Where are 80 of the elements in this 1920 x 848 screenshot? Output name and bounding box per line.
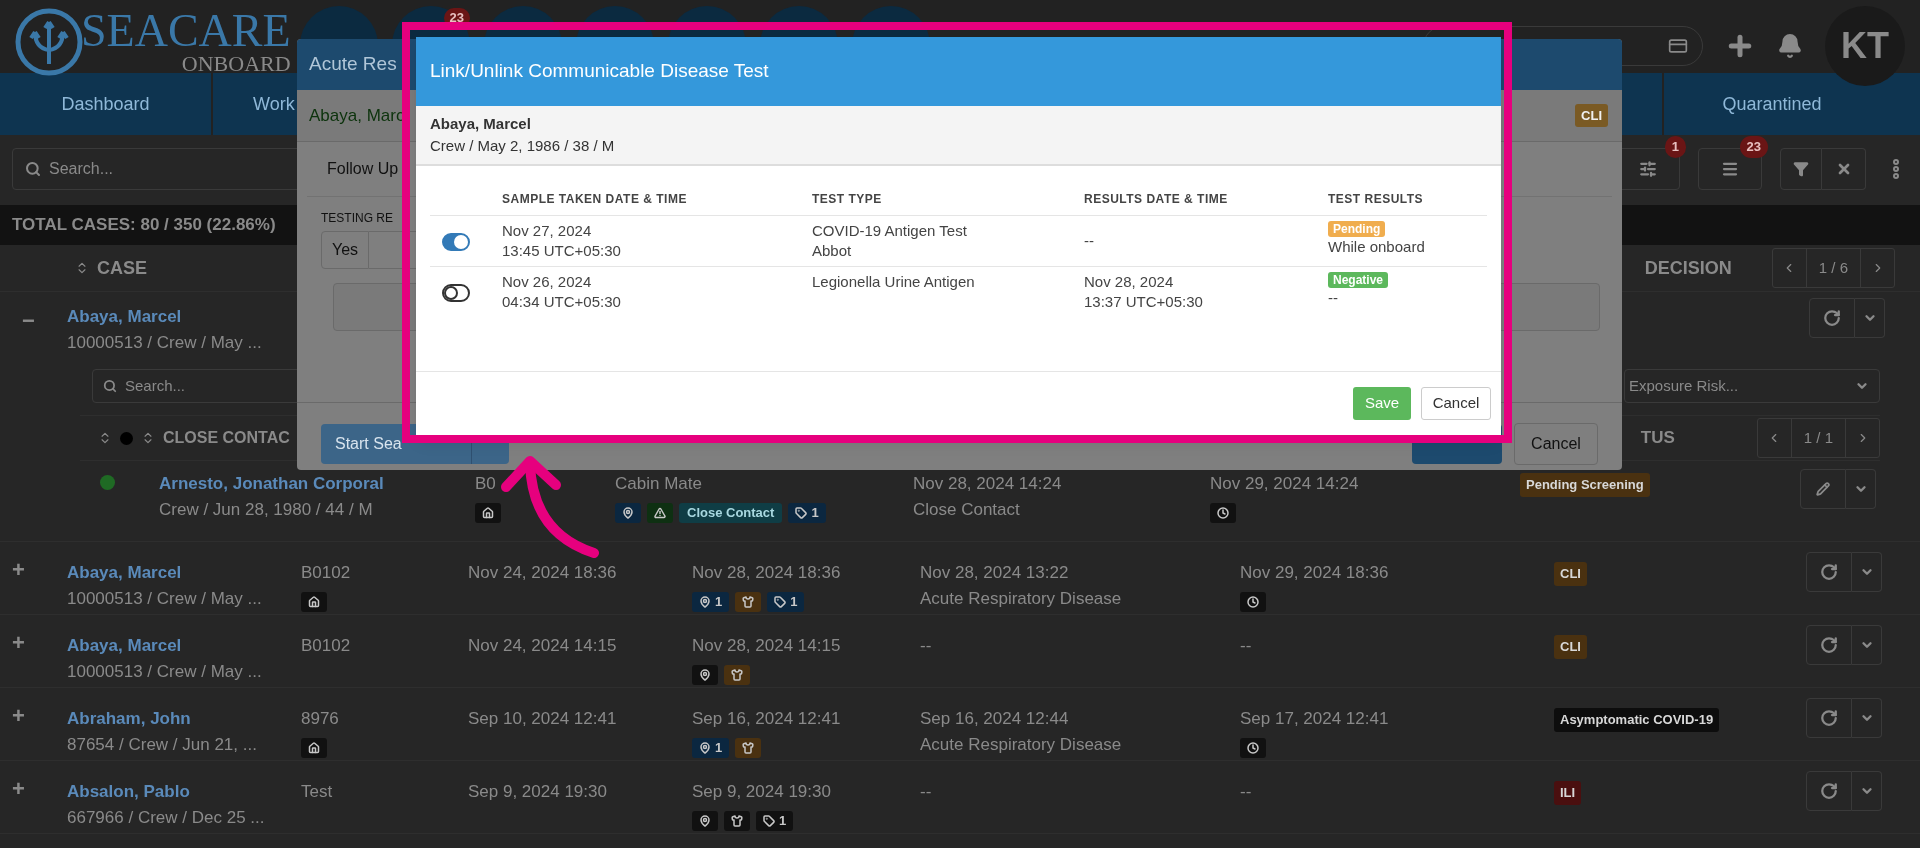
- sample-date: Nov 26, 2024: [502, 272, 593, 292]
- page-indicator: 1 / 1: [1802, 427, 1834, 448]
- reported-date: Sep 9, 2024 19:30: [692, 781, 831, 803]
- onset-date: Nov 24, 2024 14:15: [468, 635, 618, 657]
- badge-count: 1: [779, 811, 787, 830]
- badge-count: 1: [715, 592, 723, 611]
- patient-meta: Crew / May 2, 1986 / 38 / M: [430, 136, 616, 156]
- results-date: --: [1084, 230, 1095, 251]
- relation-text: Cabin Mate: [615, 473, 702, 495]
- result-note: --: [1328, 288, 1338, 308]
- section-label: Follow Up: [327, 159, 399, 179]
- count-badge: 1: [1664, 136, 1686, 158]
- diagnosis-text: Nov 28, 2024 13:22: [920, 562, 1070, 584]
- total-cases-text: TOTAL CASES: 80 / 350 (22.86%): [12, 214, 276, 237]
- case-meta: 10000513 / Crew / May ...: [67, 331, 262, 354]
- field-label: TESTING RE: [320, 210, 394, 227]
- tag-label: Close Contact: [679, 502, 783, 523]
- cabin-text: 8976: [301, 708, 339, 730]
- due-date: --: [1240, 781, 1252, 803]
- column-header: SAMPLE TAKEN DATE & TIME: [502, 190, 688, 208]
- reported-date: Nov 28, 2024 18:36: [692, 562, 841, 584]
- test-type-text: Abbot: [812, 241, 853, 261]
- cabin-text: B0102: [301, 635, 351, 657]
- sample-date: 13:45 UTC+05:30: [502, 241, 622, 261]
- result-label: Negative: [1328, 272, 1389, 288]
- status-label: Asymptomatic COVID-19: [1554, 708, 1720, 732]
- patient-name: Abaya, Marc: [309, 104, 405, 127]
- column-header: RESULTS DATE & TIME: [1084, 190, 1229, 208]
- badge-count: 1: [790, 592, 798, 611]
- results-date: 13:37 UTC+05:30: [1084, 292, 1204, 312]
- diagnosis-text: Acute Respiratory Disease: [920, 733, 1123, 756]
- cabin-text: B0102: [301, 562, 351, 584]
- contact-meta: Crew / Jun 28, 1980 / 44 / M: [159, 498, 374, 521]
- select-placeholder: Exposure Risk...: [1629, 375, 1739, 396]
- case-meta: 667966 / Crew / Dec 25 ...: [67, 806, 266, 829]
- badge-count: 1: [715, 738, 723, 757]
- contact-date: Nov 28, 2024 14:24: [913, 473, 1063, 495]
- badge-count: 1: [811, 503, 819, 522]
- page-indicator: 1 / 6: [1817, 257, 1849, 278]
- status-label: Pending Screening: [1520, 473, 1650, 497]
- logo-subtitle: ONBOARD: [181, 53, 291, 75]
- logo-wordmark: SEACARE: [81, 9, 291, 53]
- search-placeholder: Search...: [49, 159, 114, 179]
- column-header: TEST RESULTS: [1328, 190, 1425, 208]
- due-date: Nov 29, 2024 18:36: [1240, 562, 1389, 584]
- cabin-text: Test: [301, 781, 333, 803]
- diagnosis-text: --: [920, 781, 933, 803]
- diagnosis-text: Sep 16, 2024 12:44: [920, 708, 1070, 730]
- onset-date: Nov 24, 2024 18:36: [468, 562, 618, 584]
- onset-date: Sep 9, 2024 19:30: [468, 781, 608, 803]
- reported-date: Sep 16, 2024 12:41: [692, 708, 841, 730]
- results-date: Nov 28, 2024: [1084, 272, 1175, 292]
- result-note: While onboard: [1328, 237, 1425, 257]
- case-meta: 10000513 / Crew / May ...: [67, 587, 263, 610]
- count-badge: 23: [1739, 136, 1768, 158]
- patient-name: Abaya, Marcel: [430, 114, 532, 134]
- column-header: TEST TYPE: [812, 190, 883, 208]
- test-type-text: Legionella Urine Antigen: [812, 272, 976, 292]
- due-date: Nov 29, 2024 14:24: [1210, 473, 1359, 495]
- reported-date: Nov 28, 2024 14:15: [692, 635, 841, 657]
- cabin-text: B0: [475, 473, 496, 495]
- result-label: Pending: [1328, 221, 1386, 237]
- dialog-title: Link/Unlink Communicable Disease Test: [430, 59, 769, 84]
- diagnosis-text: --: [920, 635, 933, 657]
- due-date: --: [1240, 635, 1252, 657]
- due-date: Sep 17, 2024 12:41: [1240, 708, 1389, 730]
- contact-type: Close Contact: [913, 498, 1021, 521]
- test-type-text: COVID-19 Antigen Test: [812, 221, 968, 241]
- case-meta: 10000513 / Crew / May ...: [67, 660, 263, 683]
- status-label: ILI: [1554, 781, 1582, 805]
- search-placeholder: Search...: [125, 375, 186, 396]
- status-label: CLI: [1554, 635, 1587, 659]
- onset-date: Sep 10, 2024 12:41: [468, 708, 618, 730]
- diagnosis-text: Acute Respiratory Disease: [920, 587, 1123, 610]
- status-label: CLI: [1554, 562, 1587, 586]
- sample-date: Nov 27, 2024: [502, 221, 593, 241]
- sample-date: 04:34 UTC+05:30: [502, 292, 622, 312]
- dialog-title: Acute Res: [309, 52, 397, 77]
- case-meta: 87654 / Crew / Jun 21, ...: [67, 733, 258, 756]
- status-label: CLI: [1575, 103, 1608, 128]
